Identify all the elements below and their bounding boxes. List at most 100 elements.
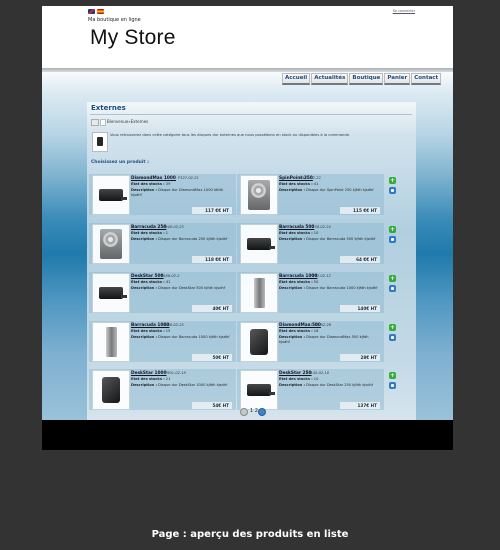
- description-text: Disque dur DeskStar 1000 kjfdh kjsdhf: [158, 383, 228, 387]
- site-header: Ma boutique en ligne My Store Se connect…: [42, 6, 453, 68]
- product-card[interactable]: SpinPoint 250 P470-02-22 Etat des stocks :…: [237, 174, 396, 215]
- product-image[interactable]: [240, 273, 278, 313]
- stock-value: 41: [313, 182, 319, 186]
- stock-value: 39: [165, 182, 171, 186]
- next-page-icon[interactable]: [258, 408, 266, 416]
- product-image[interactable]: [92, 175, 130, 215]
- view-details-icon[interactable]: [389, 382, 396, 389]
- product-price: 28€ HT: [340, 354, 380, 361]
- product-reference: P901-02-19: [165, 371, 186, 375]
- description-label: Description :: [131, 188, 157, 192]
- product-price: 40€ HT: [192, 305, 232, 312]
- nav-item-actualites[interactable]: Actualités: [311, 73, 349, 85]
- hard-drive-icon: [99, 287, 127, 299]
- spanish-flag-icon[interactable]: [97, 9, 104, 14]
- description-text: Disque dur Barracuda 250 kjfdh kjsdhf: [158, 237, 228, 241]
- product-name-link[interactable]: DeskStar 1000: [131, 371, 167, 376]
- product-image[interactable]: [240, 224, 278, 264]
- description-label: Description :: [279, 335, 305, 339]
- product-price: 118 €€ HT: [192, 256, 232, 263]
- product-card[interactable]: Barracuda 1000 P568-02-25 Etat des stocks …: [89, 321, 248, 362]
- product-price: 64 €€ HT: [340, 256, 380, 263]
- product-reference: P568-02-25: [163, 323, 184, 327]
- stock-value: 16: [313, 329, 319, 333]
- add-to-cart-icon[interactable]: +: [389, 226, 396, 233]
- description-label: Description :: [131, 335, 157, 339]
- page-caption: Page : aperçu des produits en liste: [151, 529, 349, 540]
- description-text: Disque dur Barracuda 1000 kjfdh kjsdhf: [306, 286, 378, 290]
- product-description: Description : Disque dur Barracuda 1000 …: [131, 335, 231, 340]
- site-logo[interactable]: My Store: [90, 26, 176, 50]
- product-image[interactable]: [92, 224, 130, 264]
- stock-label: Etat des stocks :: [279, 182, 313, 186]
- add-to-cart-icon[interactable]: +: [389, 177, 396, 184]
- product-reference: P1145-02-18: [306, 371, 330, 375]
- product-card[interactable]: DeskStar 250 P1145-02-18 Etat des stocks :…: [237, 369, 396, 410]
- stock-label: Etat des stocks :: [279, 377, 313, 381]
- product-card[interactable]: Barracuda 500 P238-02-24 Etat des stocks :…: [237, 223, 396, 264]
- product-card[interactable]: DiamondMax 500 P1105-02-26 Etat des stocks…: [237, 321, 396, 362]
- description-text: Disque dur Barracuda 1000 kjfdh kjsdhf: [158, 335, 230, 339]
- home-icon[interactable]: [91, 119, 99, 126]
- description-text: Disque dur DeskStar 250 kjfdh kjsdhf: [306, 383, 374, 387]
- hard-drive-icon: [254, 278, 265, 308]
- stock-label: Etat des stocks :: [131, 280, 165, 284]
- view-details-icon[interactable]: [389, 285, 396, 292]
- stock-value: 1: [165, 231, 169, 235]
- product-card[interactable]: DiamondMax 1000 P327-02-21 Etat des stocks…: [89, 174, 248, 215]
- nav-item-accueil[interactable]: Accueil: [282, 73, 311, 85]
- view-details-icon[interactable]: [389, 187, 396, 194]
- stock-label: Etat des stocks :: [131, 182, 165, 186]
- product-image[interactable]: [240, 175, 278, 215]
- product-card[interactable]: Barracuda 1000 P162-02-12 Etat des stocks …: [237, 272, 396, 313]
- product-stock: Etat des stocks : 39: [131, 182, 170, 186]
- view-details-icon[interactable]: [389, 236, 396, 243]
- folder-icon: [100, 119, 106, 126]
- page-numbers[interactable]: 1 2: [250, 408, 258, 414]
- product-description: Description : Disque dur DiamondMax 1000…: [131, 188, 231, 197]
- product-image[interactable]: [240, 370, 278, 410]
- product-stock: Etat des stocks : 15: [131, 329, 170, 333]
- product-image[interactable]: [92, 370, 130, 410]
- product-name-link[interactable]: DiamondMax 1000: [131, 176, 176, 181]
- description-label: Description :: [131, 383, 157, 387]
- hard-drive-icon: [247, 238, 275, 250]
- hard-drive-icon: [106, 327, 117, 357]
- product-image[interactable]: [240, 322, 278, 362]
- stock-value: 50: [313, 280, 319, 284]
- hard-drive-icon: [250, 329, 268, 355]
- product-image[interactable]: [92, 322, 130, 362]
- previous-page-icon[interactable]: [240, 408, 248, 416]
- header-divider: [42, 68, 453, 72]
- product-stock: Etat des stocks : 50: [279, 280, 318, 284]
- product-reference: P470-02-22: [300, 176, 321, 180]
- nav-item-contact[interactable]: Contact: [411, 73, 442, 85]
- stock-label: Etat des stocks :: [131, 329, 165, 333]
- nav-item-panier[interactable]: Panier: [384, 73, 411, 85]
- stock-label: Etat des stocks :: [279, 280, 313, 284]
- add-to-cart-icon[interactable]: +: [389, 275, 396, 282]
- product-price: 140€ HT: [340, 305, 380, 312]
- view-details-icon[interactable]: [389, 334, 396, 341]
- add-to-cart-icon[interactable]: +: [389, 324, 396, 331]
- product-price: 117 €€ HT: [192, 207, 232, 214]
- stock-label: Etat des stocks :: [279, 329, 313, 333]
- site-tagline: Ma boutique en ligne: [88, 17, 141, 23]
- breadcrumb[interactable]: Bienvenue»Externes: [107, 119, 148, 124]
- product-image[interactable]: [92, 273, 130, 313]
- product-stock: Etat des stocks : 1: [131, 231, 168, 235]
- hard-drive-icon: [102, 377, 120, 403]
- login-link[interactable]: Se connecter: [393, 9, 415, 13]
- category-title: Externes: [91, 104, 126, 112]
- category-image: [92, 132, 108, 152]
- english-flag-icon[interactable]: [88, 9, 95, 14]
- add-to-cart-icon[interactable]: +: [389, 372, 396, 379]
- product-name-link[interactable]: Barracuda 250: [131, 225, 166, 230]
- product-card[interactable]: DeskStar 500 P486-02-2 Etat des stocks : 4…: [89, 272, 248, 313]
- nav-item-boutique[interactable]: Boutique: [349, 73, 384, 85]
- product-card[interactable]: Barracuda 250 P948-02-23 Etat des stocks :…: [89, 223, 248, 264]
- product-name-link[interactable]: DeskStar 500: [131, 274, 164, 279]
- product-card[interactable]: DeskStar 1000 P901-02-19 Etat des stocks :…: [89, 369, 248, 410]
- product-description: Description : Disque dur DeskStar 1000 k…: [131, 383, 231, 388]
- description-label: Description :: [279, 286, 305, 290]
